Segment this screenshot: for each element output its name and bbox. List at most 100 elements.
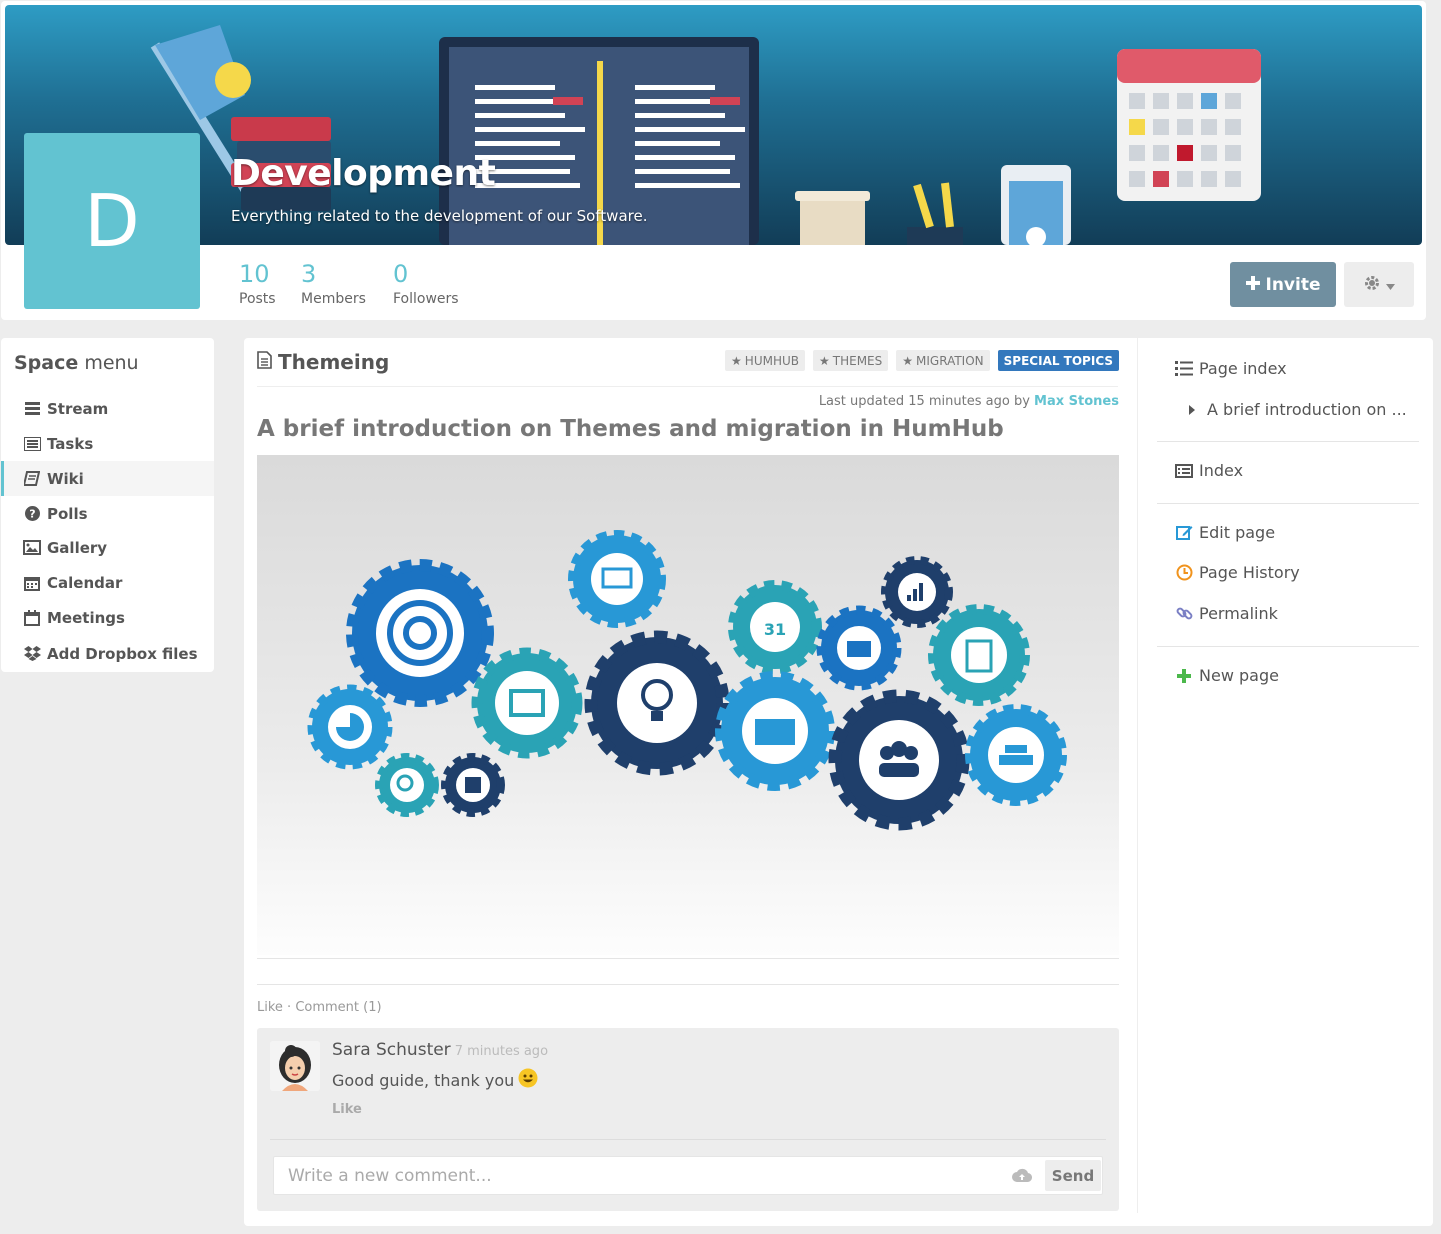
tag-themes[interactable]: ★ THEMES <box>813 350 889 371</box>
like-comment-links[interactable]: Like · Comment (1) <box>257 1000 382 1015</box>
pencil-cup-illustration <box>907 182 963 245</box>
calendar-illustration <box>1117 49 1261 201</box>
index-label: Index <box>1199 461 1244 480</box>
menu-item-label: Tasks <box>47 434 94 453</box>
divider <box>1157 503 1419 504</box>
list-ol-icon <box>1175 360 1193 378</box>
cloud-upload-icon[interactable] <box>1012 1167 1033 1185</box>
menu-item-polls[interactable]: ? Polls <box>1 496 214 531</box>
banner-illustration <box>150 25 1261 245</box>
last-updated-info: Last updated 15 minutes ago by Max Stone… <box>819 394 1119 409</box>
tag-special-topics[interactable]: SPECIAL TOPICS <box>997 350 1119 371</box>
phone-illustration <box>1001 165 1071 245</box>
gear-people <box>828 689 970 831</box>
invite-label: Invite <box>1265 274 1321 295</box>
tag-humhub[interactable]: ★ HUMHUB <box>725 350 805 371</box>
gear-pie <box>307 684 393 770</box>
article-gears-image: 31 <box>257 455 1119 955</box>
tasks-icon <box>23 435 41 453</box>
gear-lightbulb <box>584 630 730 776</box>
divider <box>257 958 1119 959</box>
send-comment-button[interactable]: Send <box>1045 1160 1101 1191</box>
members-label: Members <box>301 291 366 307</box>
menu-item-label: Gallery <box>47 538 108 557</box>
smiley-emoji-icon <box>518 1068 538 1092</box>
coffee-cup-illustration <box>795 191 870 245</box>
menu-item-calendar[interactable]: Calendar <box>1 565 214 600</box>
gear-gold-bars <box>965 704 1067 806</box>
followers-count: 0 <box>393 260 409 288</box>
divider <box>1157 646 1419 647</box>
file-text-icon <box>257 350 272 374</box>
gear-clipboard <box>928 604 1030 706</box>
index-link[interactable]: Index <box>1175 461 1243 480</box>
gear-chart <box>568 530 666 628</box>
svg-text:?: ? <box>29 508 35 521</box>
menu-item-gallery[interactable]: Gallery <box>1 530 214 565</box>
comment-like-link[interactable]: Like <box>332 1102 362 1117</box>
page-history-label: Page History <box>1199 563 1300 582</box>
commenter-avatar[interactable] <box>270 1041 320 1091</box>
posts-label: Posts <box>239 291 276 307</box>
wiki-page-panel: Themeing ★ HUMHUB ★ THEMES ★ MIGRATION SPEC… <box>244 338 1433 1226</box>
gear-bar-chart <box>881 556 953 628</box>
posts-stat[interactable]: 10 Posts <box>239 259 276 309</box>
menu-item-wiki[interactable]: Wiki <box>1 461 214 496</box>
gear-calendar-31: 31 <box>728 580 822 674</box>
gear-icon <box>1364 275 1380 295</box>
comment-text-body: Good guide, thank you <box>332 1070 515 1090</box>
dropbox-icon <box>23 645 41 663</box>
space-settings-dropdown-button[interactable] <box>1344 262 1414 307</box>
edit-icon <box>1175 524 1193 542</box>
menu-item-label: Stream <box>47 399 109 418</box>
link-icon <box>1175 605 1193 623</box>
menu-item-stream[interactable]: Stream <box>1 391 214 426</box>
followers-stat[interactable]: 0 Followers <box>393 259 459 309</box>
page-index-link[interactable]: Page index <box>1175 359 1287 378</box>
star-icon: ★ <box>902 353 914 368</box>
members-count: 3 <box>301 260 317 288</box>
menu-item-meetings[interactable]: Meetings <box>1 600 214 635</box>
author-link[interactable]: Max Stones <box>1034 394 1119 409</box>
comment-author-name[interactable]: Sara Schuster <box>332 1040 451 1060</box>
gears-illustration: 31 <box>307 530 1067 831</box>
permalink-link[interactable]: Permalink <box>1175 604 1278 623</box>
invite-button[interactable]: Invite <box>1230 262 1336 307</box>
menu-item-label: Wiki <box>47 469 84 488</box>
tag-migration[interactable]: ★ MIGRATION <box>896 350 990 371</box>
image-icon <box>23 539 41 557</box>
space-avatar[interactable]: D <box>24 133 200 309</box>
space-header: D Development Everything related to the … <box>1 1 1426 320</box>
gear-puzzle <box>441 753 505 817</box>
gear-search <box>375 753 439 817</box>
plus-icon <box>1245 275 1260 295</box>
menu-item-tasks[interactable]: Tasks <box>1 426 214 461</box>
space-menu-heading: Space menu <box>14 352 139 374</box>
space-title: Development <box>231 153 496 194</box>
page-index-entry[interactable]: A brief introduction on ... <box>1189 400 1407 419</box>
comment-input-box: Send <box>273 1156 1103 1195</box>
members-stat[interactable]: 3 Members <box>301 259 366 309</box>
tag-label: SPECIAL TOPICS <box>1003 353 1113 368</box>
divider <box>1157 441 1419 442</box>
gear-briefcase <box>816 605 902 691</box>
comment-author[interactable]: Sara Schuster 7 minutes ago <box>332 1040 548 1060</box>
menu-item-label: Meetings <box>47 608 125 627</box>
space-menu-heading-light: menu <box>84 352 139 374</box>
plus-icon <box>1175 667 1193 685</box>
calendar-icon <box>23 574 41 592</box>
new-page-link[interactable]: New page <box>1175 666 1279 685</box>
menu-item-label: Calendar <box>47 573 123 592</box>
gear-credit-card <box>715 671 835 791</box>
edit-page-label: Edit page <box>1199 523 1276 542</box>
space-menu: Space menu Stream Tasks Wiki ? Polls Gal… <box>1 338 214 672</box>
history-icon <box>1175 564 1193 582</box>
space-menu-heading-bold: Space <box>14 352 79 374</box>
star-icon: ★ <box>819 353 830 368</box>
book-icon <box>23 470 41 488</box>
edit-page-link[interactable]: Edit page <box>1175 523 1275 542</box>
menu-item-add-dropbox-files[interactable]: Add Dropbox files <box>1 636 214 671</box>
gear-target <box>346 559 494 707</box>
page-history-link[interactable]: Page History <box>1175 563 1300 582</box>
new-comment-input[interactable] <box>274 1157 994 1194</box>
